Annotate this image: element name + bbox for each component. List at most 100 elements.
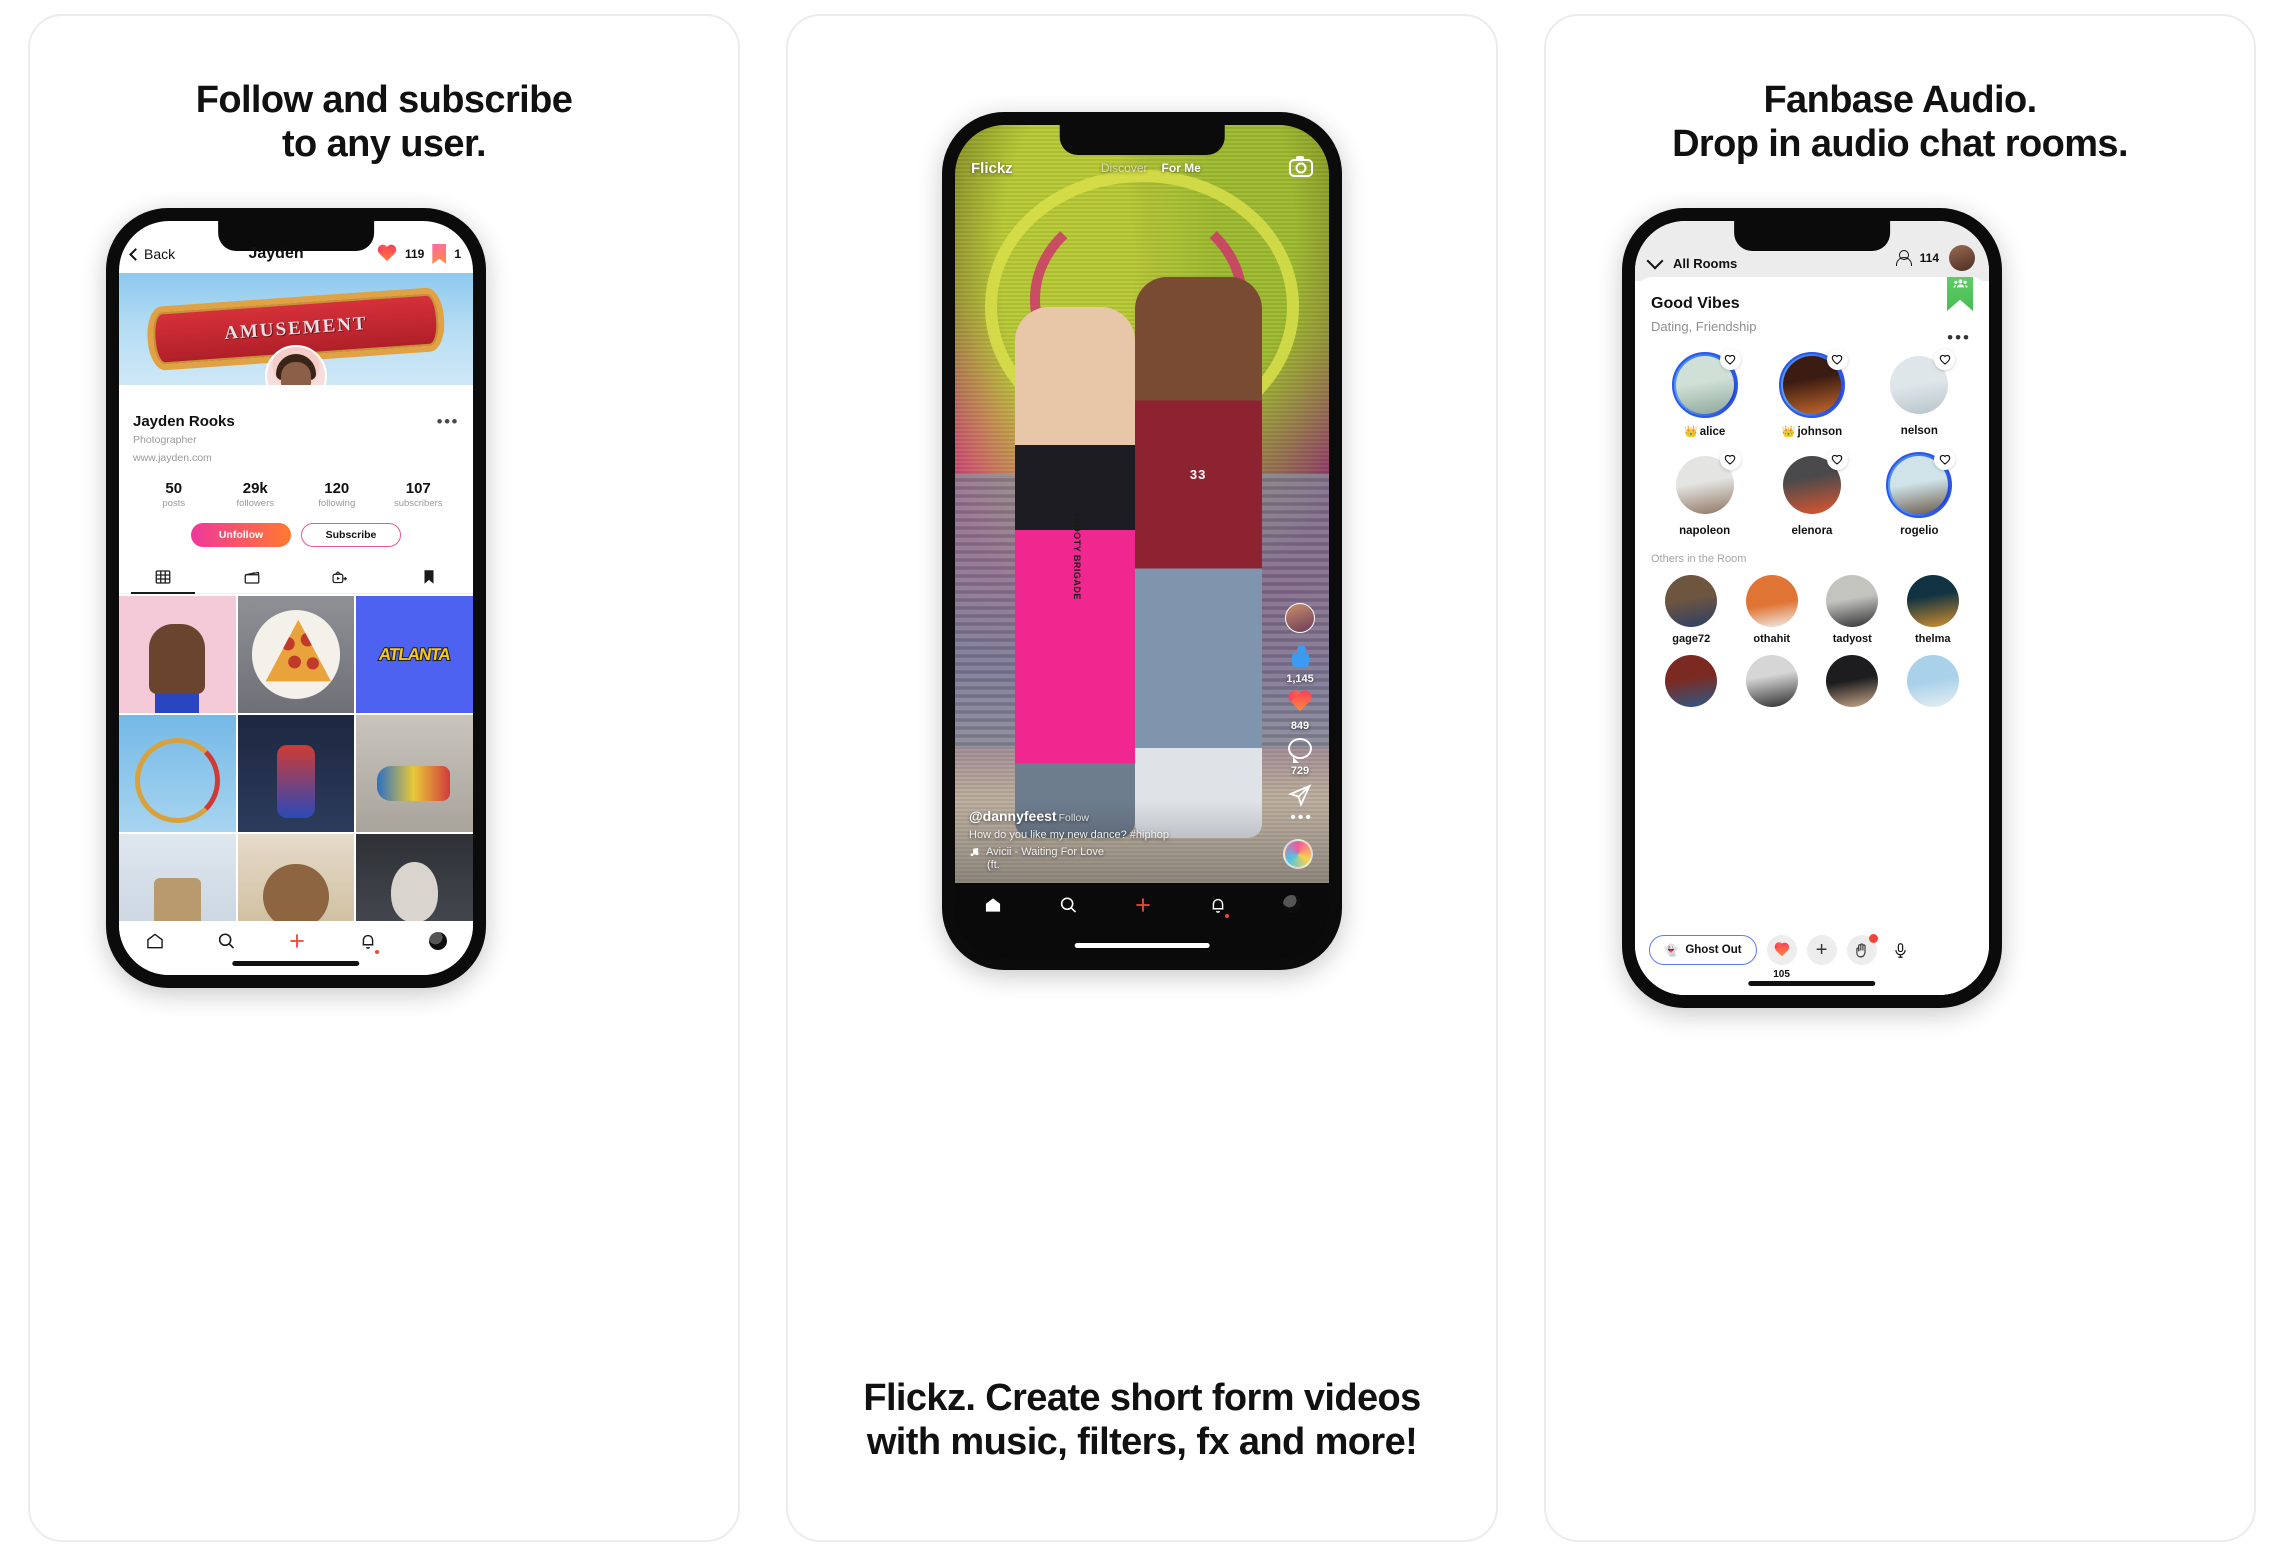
speaker-name-row: 👑 alice	[1684, 425, 1726, 439]
listener-row2-3[interactable]	[1812, 655, 1893, 707]
phone-mockup-profile: Back Jayden 119 1 AMUSEMENT Jayden Rooks…	[106, 208, 486, 988]
heart-outline-icon[interactable]	[1934, 449, 1956, 470]
follow-button[interactable]: Follow	[1059, 812, 1089, 824]
avatar-face	[281, 362, 311, 385]
tv-plus-icon	[332, 571, 348, 584]
heart-reaction-button[interactable]: 105	[1766, 935, 1797, 980]
send-icon[interactable]	[1287, 783, 1313, 807]
phone1-screen: Back Jayden 119 1 AMUSEMENT Jayden Rooks…	[119, 221, 473, 975]
profile-more-button[interactable]: •••	[437, 413, 459, 430]
ghost-out-button[interactable]: 👻 Ghost Out	[1649, 935, 1757, 965]
raise-hand-button[interactable]	[1846, 934, 1878, 965]
speaker-alice[interactable]: 👑 alice	[1651, 349, 1758, 439]
profile-topbar: Back Jayden 119 1	[119, 221, 473, 273]
speaker-napoleon[interactable]: napoleon	[1651, 449, 1758, 537]
grid-item[interactable]	[119, 596, 236, 714]
tab-grid[interactable]	[119, 561, 208, 595]
listener-row2-2[interactable]	[1732, 655, 1813, 707]
speaker-name-row: elenora	[1792, 525, 1833, 537]
heart-icon[interactable]	[377, 245, 397, 263]
heart-icon	[1773, 943, 1790, 958]
headline-line-2: to any user.	[282, 123, 487, 166]
chevron-down-icon[interactable]	[1646, 252, 1664, 270]
profile-tabs	[119, 561, 474, 595]
tab-saved[interactable]	[385, 561, 474, 593]
thumbs-up-icon[interactable]	[1288, 645, 1312, 667]
mic-button[interactable]	[1887, 936, 1915, 964]
room-more-button[interactable]: •••	[1947, 329, 1971, 346]
speaker-rogelio[interactable]: rogelio	[1866, 449, 1973, 537]
room-tags: Dating, Friendship	[1651, 319, 1757, 334]
bell-icon[interactable]	[1208, 895, 1230, 918]
tab-for-me[interactable]: For Me	[1162, 161, 1201, 175]
listener-tadyost[interactable]: tadyost	[1812, 575, 1893, 645]
listener-othahit[interactable]: othahit	[1732, 575, 1813, 645]
plus-icon: +	[1815, 939, 1828, 961]
creator-avatar[interactable]	[1285, 603, 1315, 633]
listener-row2-1[interactable]	[1651, 655, 1732, 707]
bell-icon[interactable]	[358, 931, 380, 954]
all-rooms-label[interactable]: All Rooms	[1673, 256, 1737, 271]
heart-icon[interactable]	[1287, 691, 1313, 714]
grid-item[interactable]: ATLANTA	[356, 596, 473, 714]
heart-outline-icon[interactable]	[1719, 449, 1741, 470]
listener-row2-4[interactable]	[1893, 655, 1974, 707]
search-icon[interactable]	[1058, 895, 1078, 915]
speaker-nelson[interactable]: nelson	[1866, 349, 1973, 438]
bookmark-icon[interactable]	[432, 244, 447, 264]
creator-handle[interactable]: @dannyfeest	[969, 808, 1057, 824]
grid-item[interactable]	[356, 715, 473, 832]
speaker-name-row: 👑 johnson	[1782, 425, 1843, 439]
stat-posts[interactable]: 50 posts	[133, 480, 215, 509]
caption-more-button[interactable]: •••	[1290, 810, 1313, 826]
feed-tabs: Discover For Me	[1013, 161, 1289, 175]
search-icon[interactable]	[216, 931, 236, 951]
comment-icon[interactable]	[1288, 738, 1312, 763]
heart-outline-icon[interactable]	[1934, 349, 1956, 370]
caption-music-row[interactable]: Avicii - Waiting For Love	[969, 846, 1315, 858]
clapperboard-icon	[244, 572, 260, 585]
speaker-name: johnson	[1797, 425, 1843, 438]
speaker-name: alice	[1699, 425, 1726, 438]
add-icon[interactable]	[287, 931, 307, 951]
tab-discover[interactable]: Discover	[1101, 161, 1148, 175]
header-right: 114	[1895, 245, 1975, 271]
speaker-johnson[interactable]: 👑 johnson	[1758, 349, 1865, 439]
listener-gage72[interactable]: gage72	[1651, 575, 1732, 645]
add-button[interactable]: +	[1806, 935, 1837, 965]
stat-subscribers[interactable]: 107 subscribers	[378, 480, 460, 509]
subscribe-button[interactable]: Subscribe	[301, 523, 401, 548]
user-avatar[interactable]	[1949, 245, 1975, 271]
music-disc-icon[interactable]	[1283, 839, 1313, 869]
tab-clips[interactable]	[208, 561, 297, 593]
unfollow-button[interactable]: Unfollow	[191, 523, 291, 548]
grid-item[interactable]	[237, 596, 355, 714]
back-button[interactable]: Back	[129, 246, 175, 262]
phone-mockup-video: Flickz Discover For Me 1,145 849 729	[942, 112, 1342, 970]
add-icon[interactable]	[1133, 895, 1153, 915]
listener-thelma[interactable]: thelma	[1893, 575, 1974, 645]
camera-icon[interactable]	[1289, 156, 1313, 177]
profile-avatar-nav[interactable]	[1283, 895, 1302, 913]
tab-tv[interactable]	[296, 561, 385, 593]
heart-outline-icon[interactable]	[1719, 349, 1741, 370]
profile-website[interactable]: www.jayden.com	[133, 451, 459, 466]
listener-avatar	[1745, 655, 1798, 707]
profile-name: Jayden Rooks	[133, 413, 235, 430]
speaker-elenora[interactable]: elenora	[1758, 449, 1865, 537]
stat-posts-value: 50	[165, 480, 183, 498]
stat-subscribers-label: subscribers	[393, 498, 443, 510]
heart-outline-icon[interactable]	[1826, 349, 1848, 370]
grid-item[interactable]	[119, 715, 236, 832]
grid-item[interactable]	[237, 715, 355, 832]
heart-outline-icon[interactable]	[1826, 449, 1848, 470]
home-icon[interactable]	[983, 895, 1003, 915]
footline-line-2: with music, filters, fx and more!	[866, 1420, 1418, 1463]
home-icon[interactable]	[145, 931, 165, 951]
stat-followers[interactable]: 29k followers	[215, 480, 297, 509]
stat-following[interactable]: 120 following	[296, 480, 378, 509]
comment-count: 729	[1290, 765, 1310, 777]
profile-avatar-nav[interactable]	[429, 932, 448, 950]
listener-avatar	[1826, 575, 1879, 627]
room-name: Good Vibes	[1651, 295, 1740, 312]
